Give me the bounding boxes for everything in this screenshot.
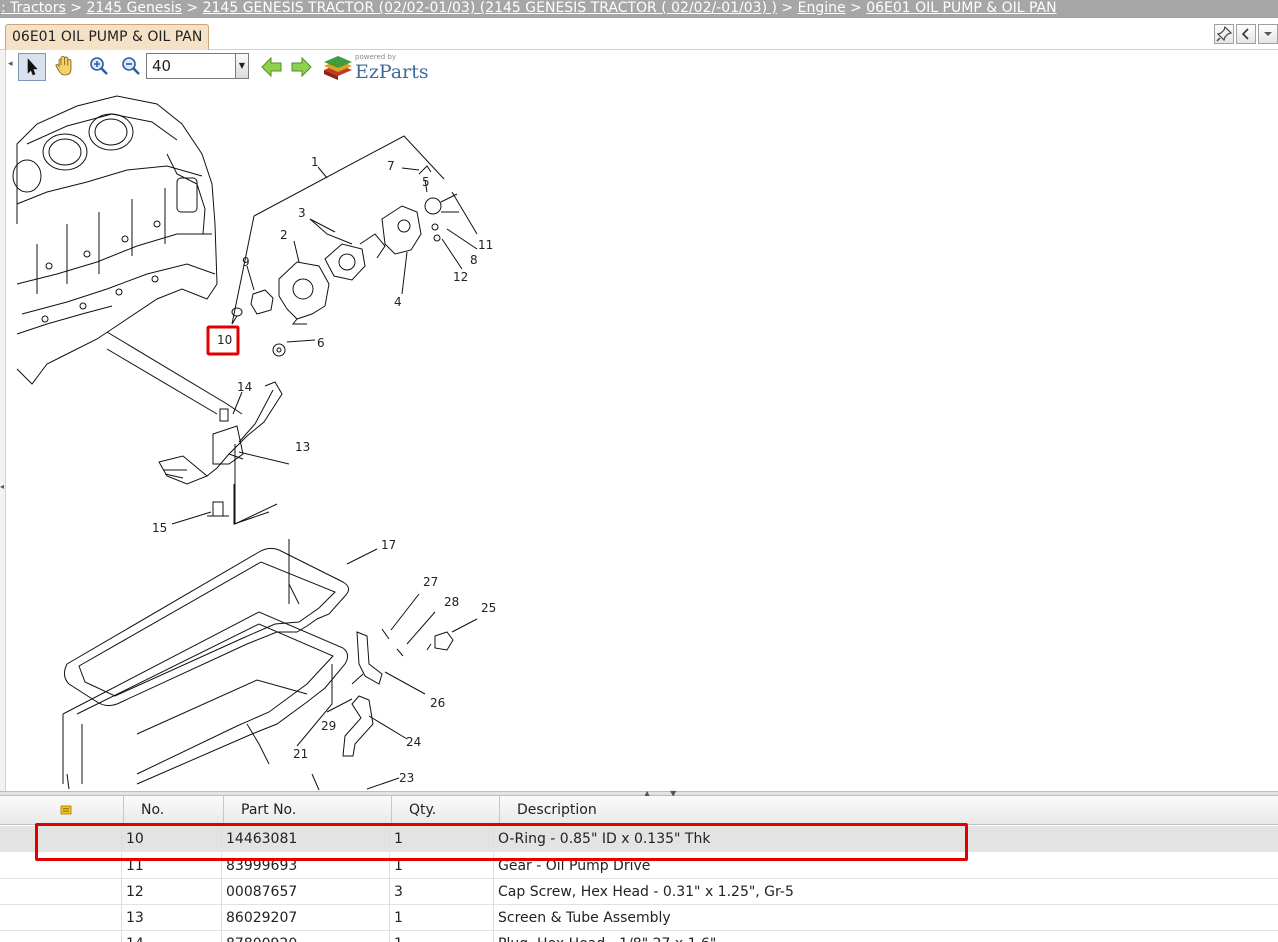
oil-pump-drawing [231,165,459,357]
callout-7: 7 [387,159,395,173]
callout-8: 8 [470,253,478,267]
cell-part-no: 00087657 [222,879,390,905]
oil-pan-drawing [62,611,349,790]
cell-description: Plug, Hex Head - 1/8" 27 x 1.6" [494,931,1278,942]
viewer-toolbar: ◂ 40 ▼ powered by EzParts [6,50,1278,84]
toolbar-collapse-arrow-icon[interactable]: ◂ [8,59,13,69]
callout-23: 23 [399,771,414,785]
callout-14: 14 [237,380,252,394]
callout-11: 11 [478,238,493,252]
zoom-in-button[interactable] [85,53,113,81]
breadcrumb-link-engine[interactable]: Engine [798,0,846,16]
select-tool-button[interactable] [18,53,46,81]
chevron-down-icon[interactable] [1258,24,1278,44]
callout-13: 13 [295,440,310,454]
column-part-no[interactable]: Part No. [224,796,392,825]
callout-4: 4 [394,295,402,309]
callout-24: 24 [406,735,421,749]
next-page-button[interactable] [288,53,314,81]
cell-no: 13 [122,905,222,931]
table-row[interactable]: 12 00087657 3 Cap Screw, Hex Head - 0.31… [0,879,1278,905]
cell-no: 12 [122,879,222,905]
selected-row-highlight [35,823,968,861]
parts-list: No. Part No. Qty. Description 10 1446308… [0,796,1278,942]
flag-icon [60,805,72,815]
logo-powered-by: powered by [355,53,397,61]
callout-28: 28 [444,595,459,609]
cell-flag [0,879,122,905]
column-no[interactable]: No. [124,796,224,825]
oil-pan-gasket-drawing [63,547,349,707]
breadcrumb-link-tractor[interactable]: 2145 GENESIS TRACTOR (02/02-01/03) (2145… [203,0,777,16]
table-row[interactable]: 14 87800920 1 Plug, Hex Head - 1/8" 27 x… [0,931,1278,942]
cell-description: Screen & Tube Assembly [498,910,671,926]
callout-17: 17 [381,538,396,552]
parts-diagram[interactable]: 1 2 3 4 5 6 7 8 9 10 11 12 13 14 15 17 2… [7,84,1278,791]
column-description[interactable]: Description [500,796,1278,825]
breadcrumb-separator: > [186,0,199,16]
breadcrumb-separator: > [850,0,862,16]
column-flag[interactable] [0,796,124,825]
tab-oil-pump[interactable]: 06E01 OIL PUMP & OIL PAN [5,24,210,50]
cell-no: 14 [122,931,222,942]
callout-29: 29 [321,719,336,733]
zoom-level-value: 40 [152,57,172,75]
zoom-out-button[interactable] [117,53,145,81]
cell-flag [0,905,122,931]
callout-9: 9 [242,255,250,269]
cell-description: Cap Screw, Hex Head - 0.31" x 1.25", Gr-… [498,884,794,900]
callout-25: 25 [481,601,496,615]
dropdown-arrow-icon[interactable]: ▼ [235,54,248,78]
callout-1: 1 [311,155,319,169]
pan-tool-button[interactable] [50,53,78,81]
cell-qty: 3 [390,879,494,905]
cell-qty: 1 [390,905,494,931]
callout-12: 12 [453,270,468,284]
books-icon [324,56,352,80]
dipstick-tube-drawing [342,628,454,757]
callout-15: 15 [152,521,167,535]
callout-21: 21 [293,747,308,761]
callout-10: 10 [217,333,232,347]
parts-table-header: No. Part No. Qty. Description [0,796,1278,825]
cell-part-no: 87800920 [222,931,390,942]
callout-5: 5 [422,175,430,189]
callout-26: 26 [430,696,445,710]
chevron-left-icon[interactable] [1236,24,1256,44]
column-qty[interactable]: Qty. [392,796,500,825]
logo-text: EzParts [355,61,429,83]
tab-controls [1214,24,1278,44]
suction-tube-drawing [158,381,283,525]
callout-2: 2 [280,228,288,242]
engine-block-drawing [12,95,218,385]
left-rail[interactable]: ◂ [0,50,6,792]
breadcrumb-link-tractors[interactable]: : Tractors [1,0,66,16]
callout-6: 6 [317,336,325,350]
previous-page-button[interactable] [259,53,285,81]
pin-icon[interactable] [1214,24,1234,44]
table-row[interactable]: 13 86029207 1 Screen & Tube Assembly [0,905,1278,931]
breadcrumb-link-current[interactable]: 06E01 OIL PUMP & OIL PAN [866,0,1056,16]
ezparts-logo: powered by EzParts [322,53,432,83]
callout-27: 27 [423,575,438,589]
expand-arrow-icon[interactable]: ◂ [0,482,4,491]
breadcrumb-link-model[interactable]: 2145 Genesis [86,0,182,16]
tab-bar: 06E01 OIL PUMP & OIL PAN [0,18,1278,50]
cell-flag [0,931,122,942]
breadcrumb: : Tractors > 2145 Genesis > 2145 GENESIS… [0,0,1278,18]
cell-qty: 1 [390,931,494,942]
exploded-view-drawing: 1 2 3 4 5 6 7 8 9 10 11 12 13 14 15 17 2… [12,95,496,791]
breadcrumb-separator: > [70,0,82,16]
callout-3: 3 [298,206,306,220]
breadcrumb-separator: > [781,0,794,16]
zoom-level-select[interactable]: 40 ▼ [146,53,249,79]
cell-part-no: 86029207 [222,905,390,931]
